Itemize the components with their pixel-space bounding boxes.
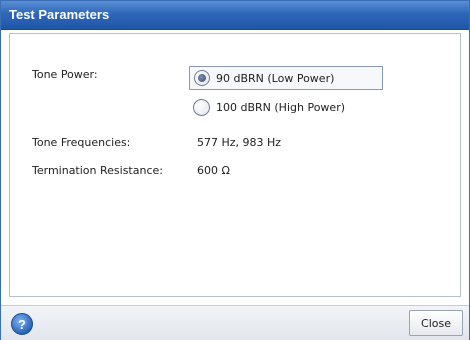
title-bar: Test Parameters — [1, 1, 469, 30]
dialog-title: Test Parameters — [9, 7, 110, 22]
termination-resistance-label: Termination Resistance: — [32, 164, 163, 177]
tone-frequencies-label: Tone Frequencies: — [32, 136, 131, 149]
radio-selected-icon — [194, 70, 210, 86]
tone-frequencies-value: 577 Hz, 983 Hz — [197, 136, 282, 149]
radio-unselected-icon — [193, 98, 210, 116]
test-parameters-dialog: Test Parameters Tone Power: 90 dBRN (Low… — [0, 0, 470, 340]
termination-resistance-value: 600 Ω — [197, 164, 230, 177]
help-glyph: ? — [18, 316, 26, 332]
dialog-footer: ? Close — [1, 305, 469, 340]
tone-power-label: Tone Power: — [32, 68, 98, 81]
close-button[interactable]: Close — [409, 310, 463, 336]
radio-high-power[interactable]: 100 dBRN (High Power) — [193, 96, 345, 118]
radio-high-power-label: 100 dBRN (High Power) — [216, 100, 346, 114]
radio-low-power[interactable]: 90 dBRN (Low Power) — [189, 66, 383, 90]
radio-low-power-label: 90 dBRN (Low Power) — [216, 71, 335, 85]
parameters-panel: Tone Power: 90 dBRN (Low Power) 100 dBRN… — [9, 33, 461, 297]
help-icon[interactable]: ? — [11, 313, 33, 335]
